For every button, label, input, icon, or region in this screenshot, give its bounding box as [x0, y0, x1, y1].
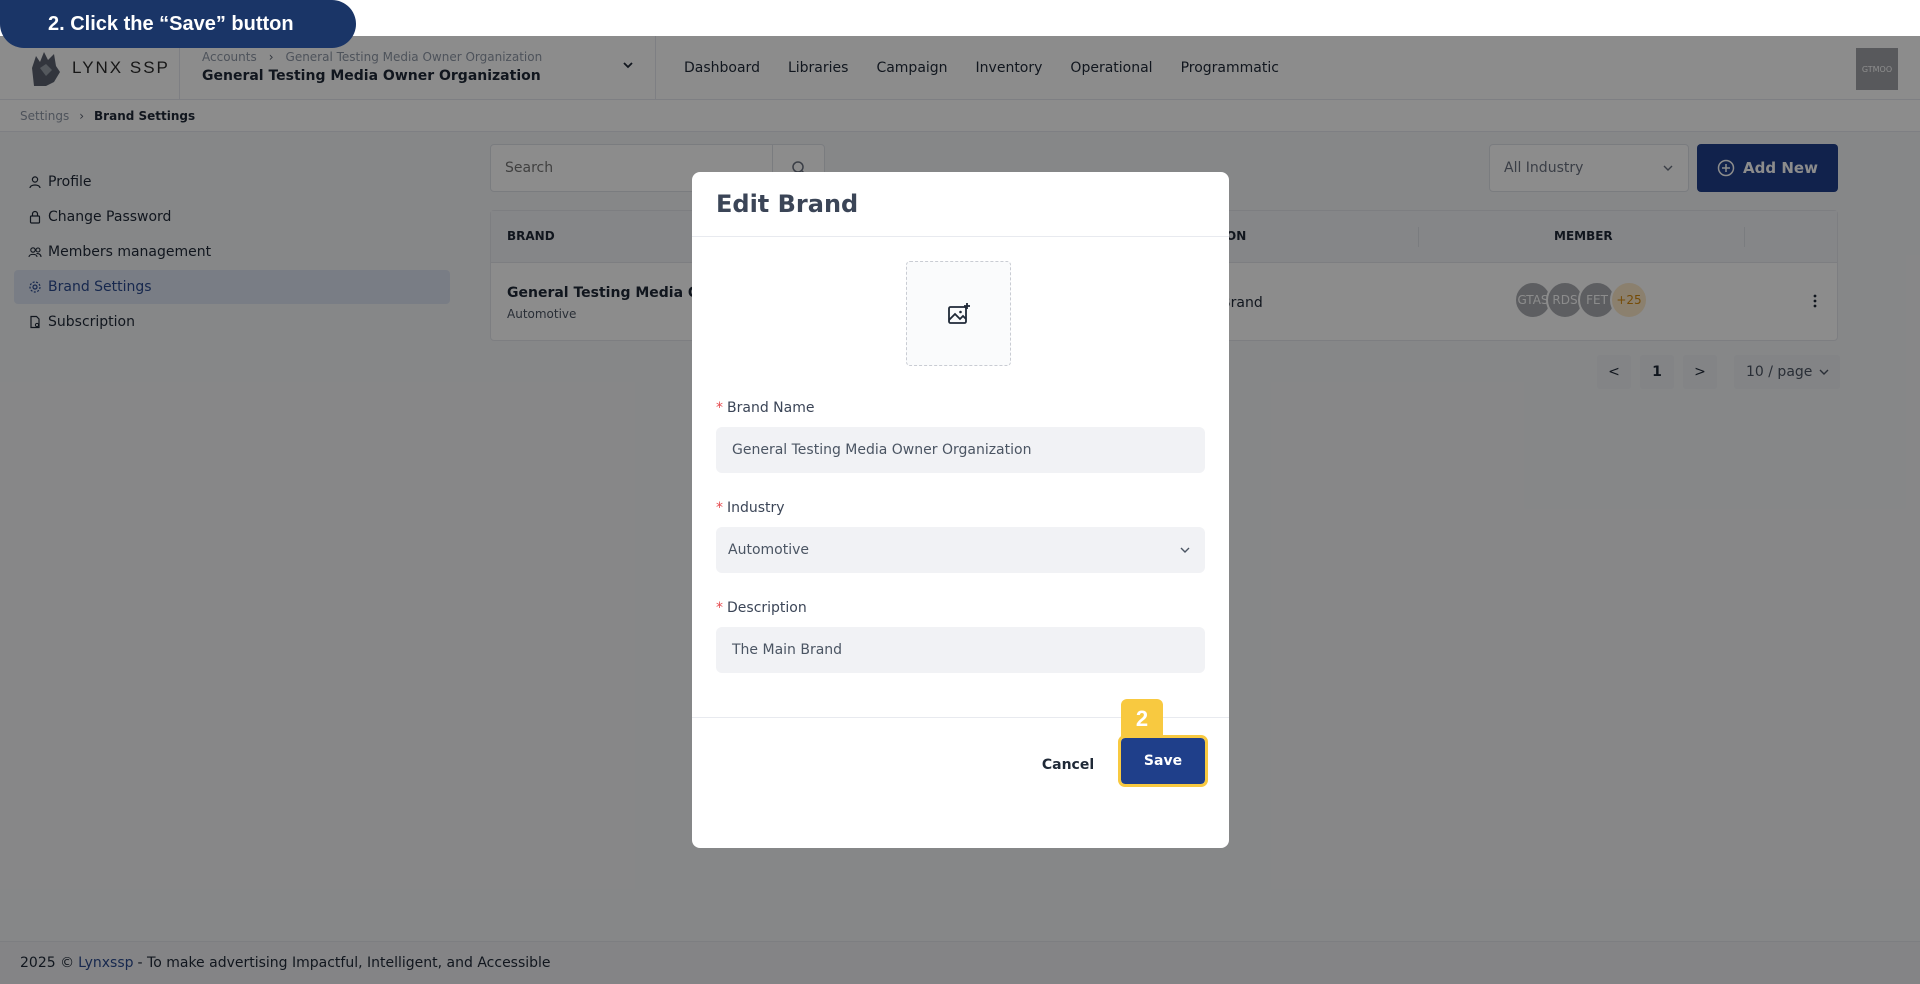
chevron-down-icon [1180, 547, 1190, 553]
industry-select[interactable]: Automotive [716, 527, 1205, 573]
industry-label: * Industry [716, 500, 785, 516]
required-mark: * [716, 400, 723, 416]
add-image-icon [947, 302, 970, 324]
required-mark: * [716, 500, 723, 516]
description-field[interactable]: The Main Brand [716, 627, 1205, 673]
save-button[interactable]: Save [1118, 735, 1208, 787]
required-mark: * [716, 600, 723, 616]
brand-name-label: * Brand Name [716, 400, 814, 416]
brand-name-field[interactable]: General Testing Media Owner Organization [716, 427, 1205, 473]
modal-title: Edit Brand [716, 190, 859, 218]
industry-value: Automotive [728, 542, 809, 558]
brand-name-value: General Testing Media Owner Organization [732, 442, 1032, 458]
tutorial-step-badge: 2 [1121, 699, 1163, 738]
tutorial-step-pill: 2. Click the “Save” button [0, 0, 356, 48]
description-value: The Main Brand [732, 642, 843, 658]
brand-name-label-text: Brand Name [727, 400, 815, 416]
brand-image-uploader[interactable] [906, 261, 1011, 366]
description-label-text: Description [727, 600, 807, 616]
industry-label-text: Industry [727, 500, 785, 516]
divider [692, 236, 1229, 237]
cancel-button[interactable]: Cancel [1033, 748, 1103, 782]
description-label: * Description [716, 600, 807, 616]
edit-brand-modal: Edit Brand * Brand Name General Testing M… [692, 172, 1229, 848]
